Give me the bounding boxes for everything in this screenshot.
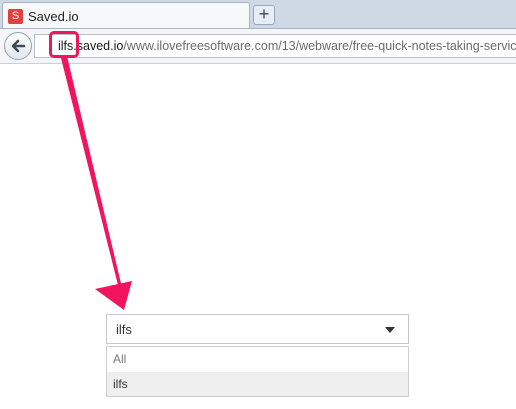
subdomain-select[interactable]: ilfs [106,314,409,344]
option-all[interactable]: All [107,347,408,371]
option-ilfs[interactable]: ilfs [107,372,408,396]
caret-down-icon [385,327,395,333]
selected-value: ilfs [116,322,132,337]
dropdown-menu: All ilfs [106,346,409,397]
